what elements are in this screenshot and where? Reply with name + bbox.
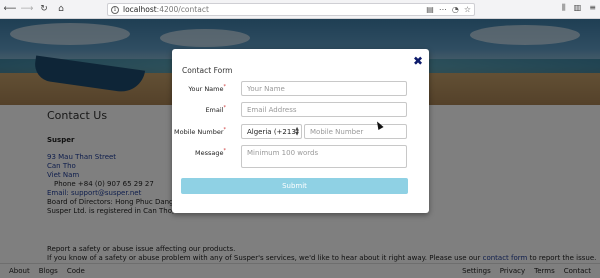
email-label: Email* xyxy=(205,105,226,115)
reload-icon[interactable]: ↻ xyxy=(37,2,51,16)
home-icon[interactable]: ⌂ xyxy=(54,2,68,16)
email-input[interactable]: Email Address xyxy=(241,102,407,117)
sidebar-icon[interactable]: ▥ xyxy=(574,3,582,13)
library-icon[interactable]: ⫼ xyxy=(562,3,566,13)
page: Contact Us Susper 93 Mau Than Street Can… xyxy=(0,19,600,278)
address-bar[interactable]: i localhost:4200/contact ▤ ⋯ ◔ ☆ xyxy=(107,3,475,16)
dialog-title: Contact Form xyxy=(182,66,233,75)
close-icon[interactable]: ✖ xyxy=(413,54,423,68)
info-icon[interactable]: i xyxy=(111,5,119,14)
pocket-icon[interactable]: ◔ xyxy=(452,5,459,14)
forward-icon[interactable]: ⟶ xyxy=(20,2,34,16)
country-code-select[interactable]: Algeria (+213) ▲ ▼ xyxy=(241,124,302,139)
reader-view-icon[interactable]: ▤ xyxy=(426,5,434,14)
mobile-input[interactable]: Mobile Number xyxy=(304,124,407,139)
back-icon[interactable]: ⟵ xyxy=(3,2,17,16)
spinner-arrows-icon[interactable]: ▲ ▼ xyxy=(295,127,299,137)
contact-form-dialog: Contact Form ✖ Your Name* Your Name Emai… xyxy=(172,49,429,213)
message-label: Message* xyxy=(195,148,226,158)
submit-button[interactable]: Submit xyxy=(181,178,408,194)
page-actions-icon[interactable]: ⋯ xyxy=(439,5,447,14)
message-textarea[interactable]: Minimum 100 words xyxy=(241,145,407,168)
name-label: Your Name* xyxy=(188,84,226,94)
browser-toolbar: ⟵ ⟶ ↻ ⌂ i localhost:4200/contact ▤ ⋯ ◔ ☆… xyxy=(0,0,600,19)
mobile-label: Mobile Number* xyxy=(174,127,226,137)
url-text: localhost:4200/contact xyxy=(123,5,209,14)
menu-icon[interactable]: ≡ xyxy=(589,3,596,13)
name-input[interactable]: Your Name xyxy=(241,81,407,96)
bookmark-star-icon[interactable]: ☆ xyxy=(464,5,471,14)
